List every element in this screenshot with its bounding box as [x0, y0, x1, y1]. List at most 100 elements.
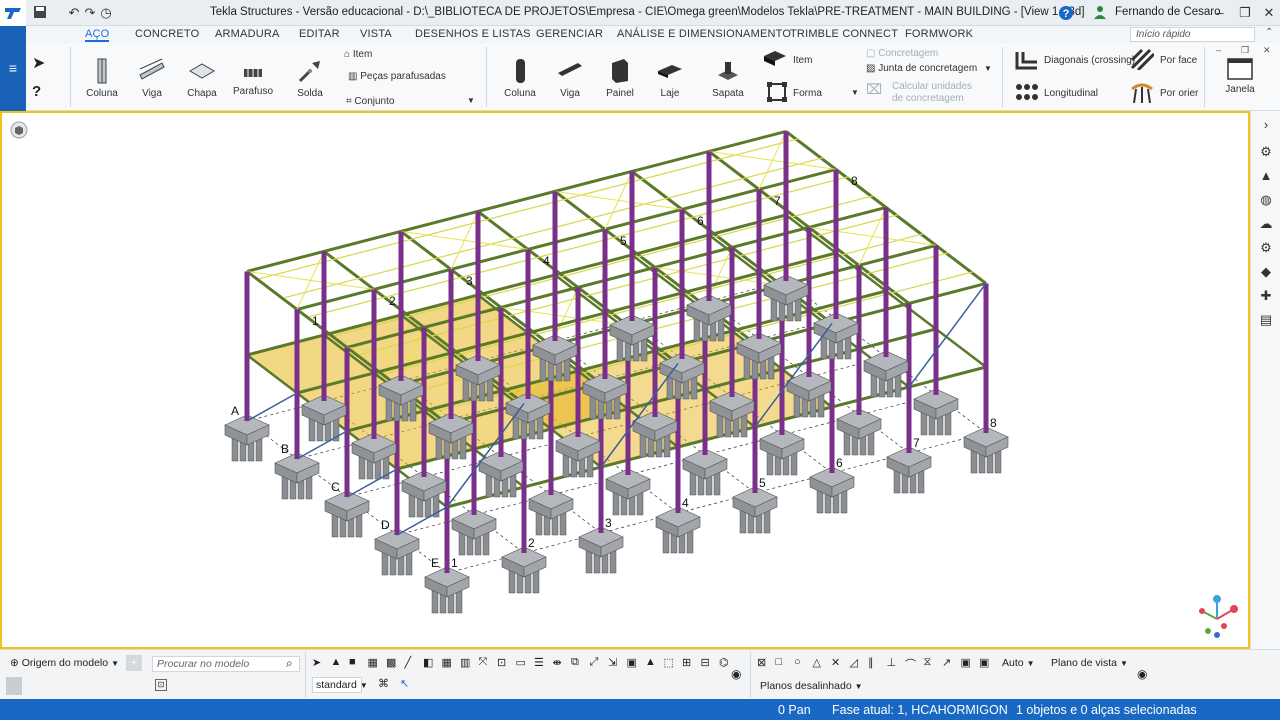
- zoom-selected-icon[interactable]: ⊡: [155, 679, 167, 691]
- grid-label-number[interactable]: 1: [312, 314, 319, 328]
- crossing-rebar-label[interactable]: Diagonais (crossing): [1044, 55, 1135, 66]
- pour-joint-button[interactable]: ▨ Junta de concretagem: [866, 63, 977, 74]
- grid-label-number[interactable]: 4: [682, 496, 689, 510]
- apps-icon[interactable]: ✚: [1258, 288, 1274, 304]
- snap-switch-icon[interactable]: △: [813, 656, 821, 669]
- longitudinal-rebar-icon[interactable]: [1014, 81, 1040, 106]
- roof-beam[interactable]: [246, 129, 787, 273]
- selection-switch-icon[interactable]: ⧉: [571, 656, 579, 669]
- tab-editar[interactable]: EDITAR: [299, 28, 340, 40]
- snap-switch-icon[interactable]: ✕: [831, 656, 840, 669]
- grid-label-letter[interactable]: A: [231, 404, 239, 418]
- search-icon[interactable]: ⌕: [286, 656, 293, 671]
- learning-icon[interactable]: ▲: [1258, 168, 1274, 184]
- save-icon[interactable]: [32, 5, 48, 21]
- concrete-item-icon[interactable]: [762, 49, 788, 70]
- tab-armadura[interactable]: ARMADURA: [215, 28, 280, 40]
- selection-switch-icon[interactable]: ⊞: [682, 656, 691, 669]
- snap-depth-select[interactable]: Auto ▼: [1002, 657, 1035, 669]
- selection-switch-icon[interactable]: ⇲: [608, 656, 617, 669]
- select-arrow-icon[interactable]: ➤: [32, 53, 45, 73]
- grid-label-number[interactable]: 4: [543, 254, 550, 268]
- gear-icon[interactable]: ⚙: [1258, 240, 1274, 256]
- cube-icon[interactable]: ◆: [1258, 264, 1274, 280]
- snap-switch-icon[interactable]: ◿: [850, 656, 858, 669]
- quick-launch-input[interactable]: Início rápido: [1130, 27, 1255, 42]
- grid-label-number[interactable]: 3: [605, 516, 612, 530]
- selection-switch-icon[interactable]: ▲: [645, 656, 656, 668]
- item-button[interactable]: ⌂ Item: [344, 49, 372, 60]
- selection-switch-icon[interactable]: ■: [349, 656, 356, 668]
- crossing-rebar-icon[interactable]: [1014, 49, 1040, 74]
- formwork-label[interactable]: Forma: [793, 88, 822, 99]
- selection-switch-icon[interactable]: ▦: [368, 656, 378, 669]
- model-view-3d[interactable]: ABCDE1234567812345678: [0, 111, 1250, 649]
- selection-switch-icon[interactable]: ⇼: [553, 656, 562, 669]
- roof-beam[interactable]: [296, 167, 837, 311]
- concrete-column-button[interactable]: Coluna: [500, 57, 540, 99]
- grid-label-number[interactable]: 7: [774, 194, 781, 208]
- snap-switch-icon[interactable]: ↗: [942, 656, 951, 669]
- selection-switch-icon[interactable]: ⤢: [590, 656, 599, 669]
- selection-switch-icon[interactable]: ◧: [423, 656, 433, 669]
- selection-switch-icon[interactable]: ▩: [386, 656, 396, 669]
- by-orientation-icon[interactable]: [1130, 81, 1154, 108]
- snap-switch-icon[interactable]: ∥: [868, 656, 874, 669]
- grid-label-number[interactable]: 5: [759, 476, 766, 490]
- window-button[interactable]: Janela: [1220, 57, 1260, 95]
- tab-analise[interactable]: ANÁLISE E DIMENSIONAMENTO: [617, 28, 791, 40]
- assembly-button[interactable]: ⌗ Conjunto: [346, 96, 394, 107]
- bolted-parts-button[interactable]: ▥ Peças parafusadas: [348, 71, 446, 82]
- selection-switch-icon[interactable]: ▥: [460, 656, 470, 669]
- by-face-icon[interactable]: [1130, 48, 1156, 73]
- longitudinal-rebar-label[interactable]: Longitudinal: [1044, 88, 1098, 99]
- plate-button[interactable]: Chapa: [182, 57, 222, 99]
- by-orientation-label[interactable]: Por orier: [1160, 88, 1198, 99]
- grid-label-number[interactable]: 2: [389, 294, 396, 308]
- selection-switch-icon[interactable]: ⤧: [479, 656, 488, 669]
- concrete-beam-button[interactable]: Viga: [550, 57, 590, 99]
- filter-settings-icon[interactable]: ⌘: [378, 677, 389, 690]
- grid-label-letter[interactable]: D: [381, 518, 390, 532]
- snap-switch-icon[interactable]: ○: [794, 656, 801, 668]
- panel-toggle[interactable]: [6, 677, 22, 695]
- tab-trimble-connect[interactable]: TRIMBLE CONNECT: [790, 28, 898, 40]
- roof-bracing[interactable]: [604, 171, 633, 230]
- building-model[interactable]: ABCDE 1234567812345678: [2, 113, 1248, 647]
- grid-label-number[interactable]: 2: [528, 536, 535, 550]
- tekla-logo-icon[interactable]: [0, 0, 26, 26]
- roof-bracing[interactable]: [450, 211, 479, 270]
- chevron-down-icon[interactable]: ▼: [984, 64, 992, 73]
- eye-icon[interactable]: ◉: [731, 667, 741, 681]
- tab-desenhos-e-listas[interactable]: DESENHOS E LISTAS: [415, 28, 531, 40]
- cloud-icon[interactable]: ☁: [1258, 216, 1274, 232]
- grid-label-number[interactable]: 3: [466, 274, 473, 288]
- eye-icon[interactable]: ◉: [1137, 667, 1147, 681]
- selection-filter-select[interactable]: standard ▼: [312, 677, 368, 693]
- selection-switch-icon[interactable]: ⊡: [497, 656, 506, 669]
- selection-switch-icon[interactable]: ▦: [442, 656, 452, 669]
- tab-vista[interactable]: VISTA: [360, 28, 392, 40]
- selection-switch-icon[interactable]: ➤: [312, 656, 321, 669]
- selection-switch-icon[interactable]: ╱: [405, 656, 412, 669]
- grid-label-letter[interactable]: B: [281, 442, 289, 456]
- model-origin-select[interactable]: ⊕ Origem do modelo ▼: [10, 657, 119, 669]
- settings-gears-icon[interactable]: ⚙: [1258, 144, 1274, 160]
- ribbon-collapse-icon[interactable]: ⌃: [1265, 27, 1273, 38]
- ribbon-restore-icon[interactable]: ❐: [1241, 45, 1249, 56]
- snap-switch-icon[interactable]: ⧖: [924, 656, 932, 669]
- undo-icon[interactable]: ↶: [66, 5, 82, 21]
- globe-icon[interactable]: ◍: [1258, 192, 1274, 208]
- roof-bracing[interactable]: [296, 251, 325, 310]
- grid-label-number[interactable]: 7: [913, 436, 920, 450]
- selection-switch-icon[interactable]: ⬚: [664, 656, 674, 669]
- tab-gerenciar[interactable]: GERENCIAR: [536, 28, 603, 40]
- view-plane-select[interactable]: Plano de vista ▼: [1051, 657, 1128, 669]
- ribbon-close-icon[interactable]: ✕: [1263, 45, 1271, 56]
- roof-bracing[interactable]: [858, 207, 887, 266]
- document-icon[interactable]: ▤: [1258, 312, 1274, 328]
- selection-switch-icon[interactable]: ▣: [627, 656, 637, 669]
- grid-label-number[interactable]: 8: [990, 416, 997, 430]
- selection-switch-icon[interactable]: ☰: [534, 656, 544, 669]
- snap-switch-icon[interactable]: □: [776, 656, 783, 668]
